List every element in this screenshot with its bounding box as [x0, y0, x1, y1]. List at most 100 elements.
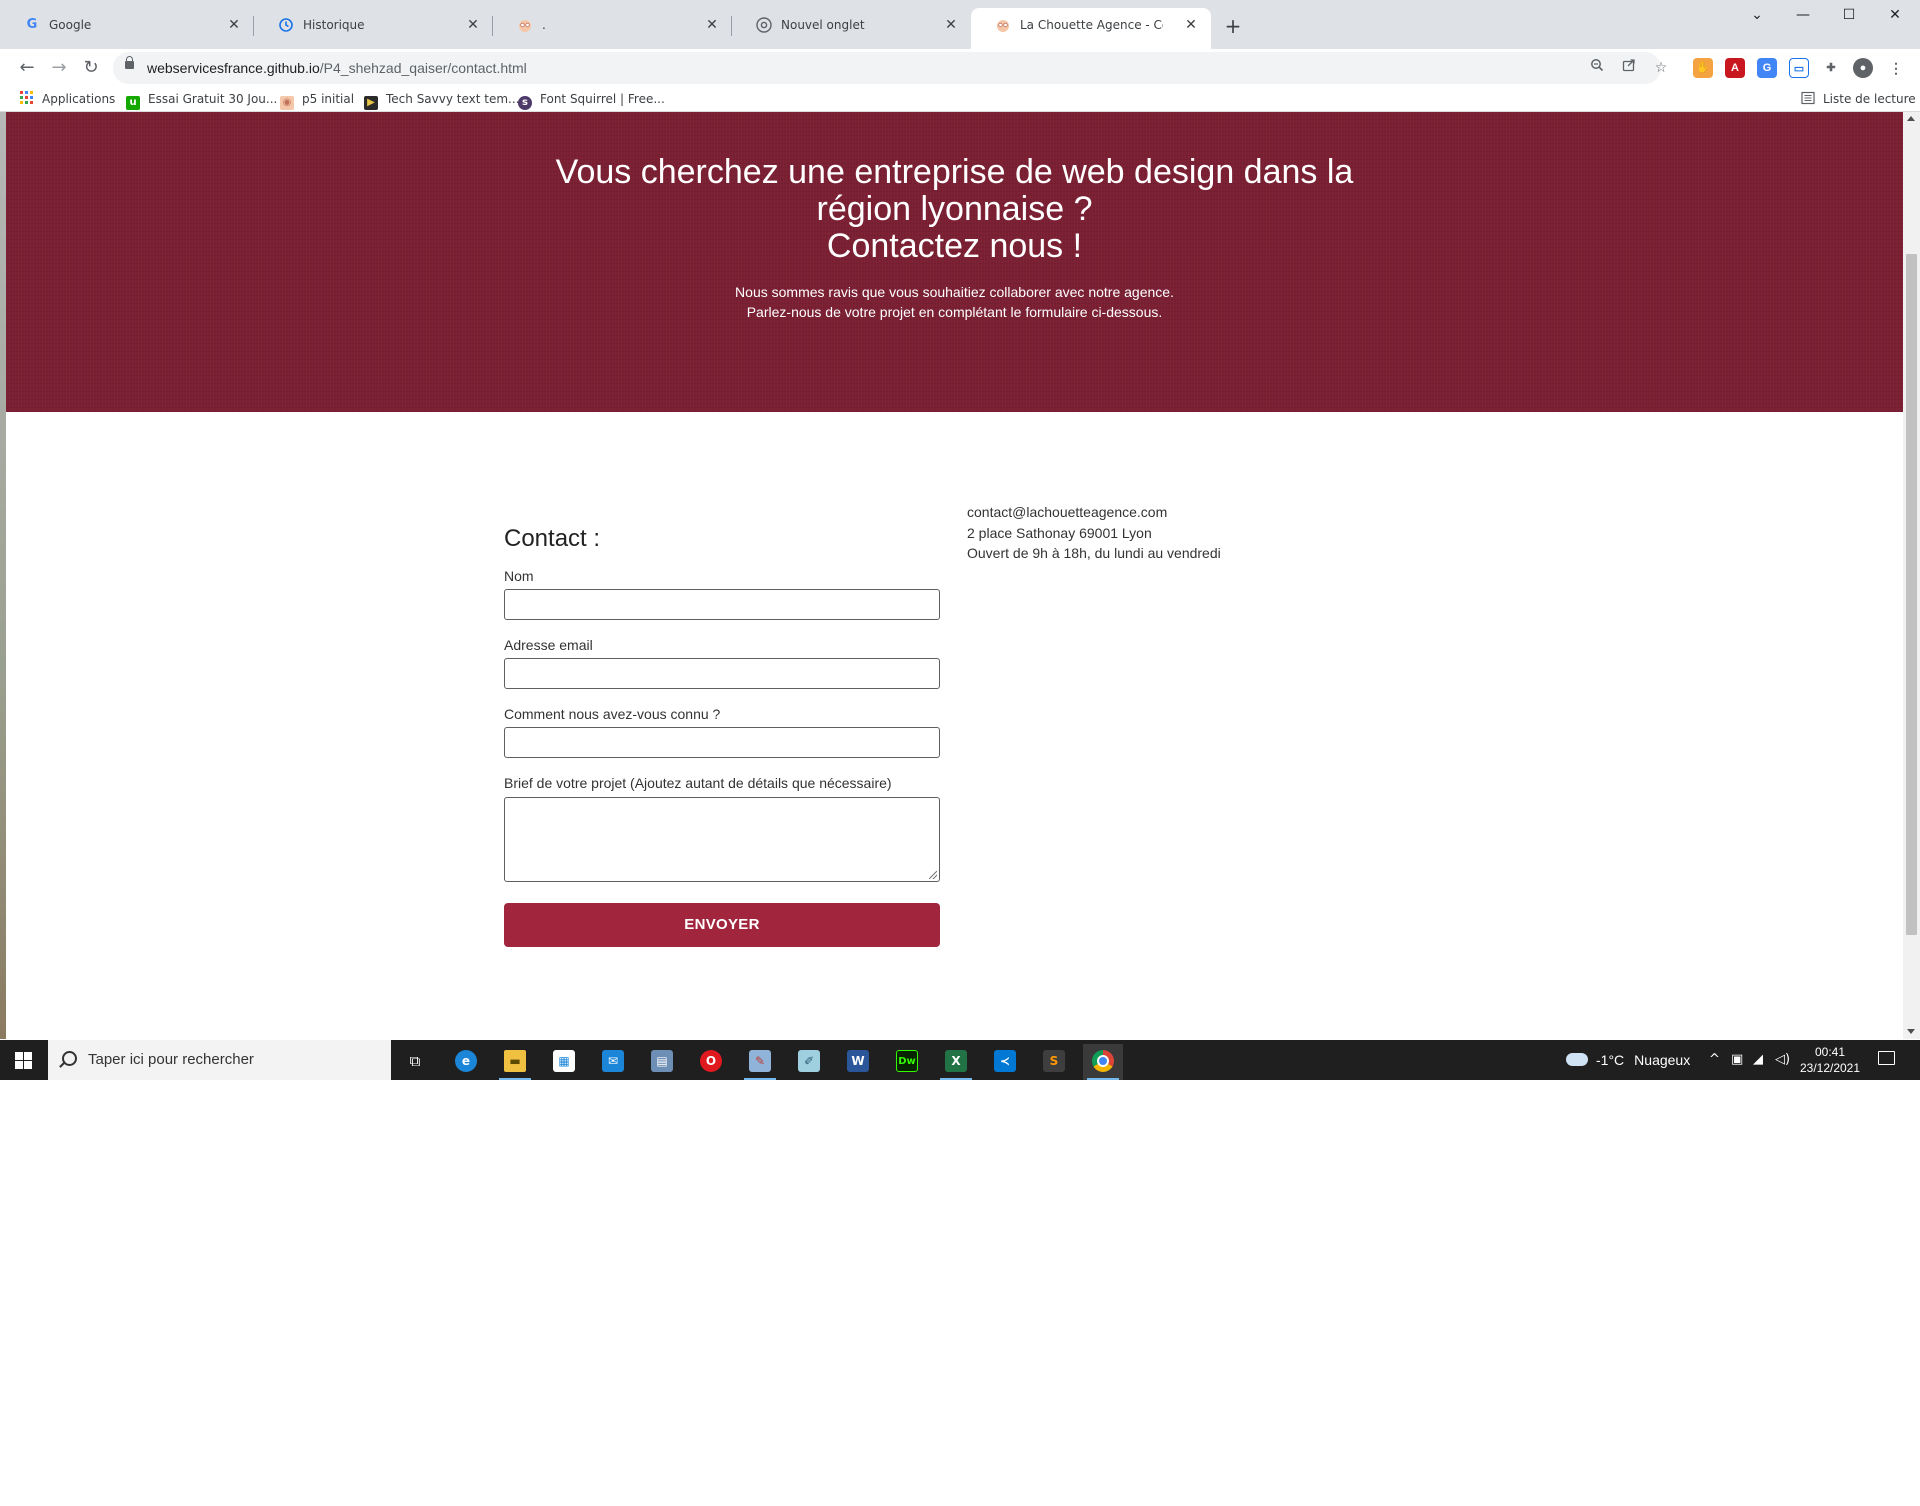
brief-label: Brief de votre projet (Ajoutez autant de… — [504, 775, 892, 791]
bookmark-star-icon[interactable]: ☆ — [1650, 57, 1672, 79]
chrome-icon — [756, 17, 772, 33]
close-tab-icon[interactable]: ✕ — [941, 15, 961, 35]
scroll-down-arrow-icon[interactable] — [1907, 1029, 1915, 1034]
address-bar[interactable]: webservicesfrance.github.io/P4_shehzad_q… — [113, 52, 1667, 84]
reading-list-button[interactable]: Liste de lecture — [1801, 90, 1916, 108]
close-tab-icon[interactable]: ✕ — [463, 15, 483, 35]
vscode-icon[interactable]: ≺ — [985, 1044, 1025, 1080]
bookmarks-bar: Applications u Essai Gratuit 30 Jou... ◉ p… — [0, 87, 1920, 112]
tab-search-chevron-icon[interactable]: ⌄ — [1734, 2, 1780, 28]
close-tab-icon[interactable]: ✕ — [702, 15, 722, 35]
maximize-button[interactable]: ☐ — [1826, 2, 1872, 28]
history-icon — [278, 17, 294, 33]
brief-textarea[interactable] — [504, 797, 940, 882]
calculator-icon[interactable]: ▤ — [642, 1044, 682, 1080]
pdf-extension-icon[interactable]: A — [1725, 58, 1745, 78]
tab-dot[interactable]: . ✕ — [493, 8, 732, 49]
owl-icon — [517, 17, 533, 33]
page-viewport: Vous cherchez une entreprise de web desi… — [6, 112, 1903, 1039]
upwork-icon: u — [126, 96, 140, 110]
weather-desc: Nuageux — [1634, 1052, 1691, 1068]
tab-title: Historique — [303, 18, 365, 32]
share-icon[interactable] — [1618, 57, 1640, 79]
hero-banner: Vous cherchez une entreprise de web desi… — [6, 112, 1903, 412]
profile-avatar-icon[interactable]: ● — [1853, 58, 1873, 78]
source-field[interactable] — [504, 727, 940, 758]
file-explorer-icon[interactable]: ▬ — [495, 1044, 535, 1080]
menu-kebab-icon[interactable]: ⋮ — [1886, 58, 1906, 78]
back-button[interactable]: ← — [13, 54, 41, 82]
page-scrollbar[interactable] — [1903, 112, 1920, 1039]
close-tab-icon[interactable]: ✕ — [1181, 15, 1201, 35]
reading-list-label: Liste de lecture — [1823, 92, 1916, 106]
start-button[interactable] — [0, 1040, 47, 1080]
bookmark-label: Font Squirrel | Free... — [540, 92, 665, 106]
screen: G Google ✕ Historique ✕ . ✕ Nouvel ongle… — [0, 0, 1920, 1080]
hero-title-line-2: région lyonnaise ? — [816, 190, 1093, 228]
tab-strip: G Google ✕ Historique ✕ . ✕ Nouvel ongle… — [0, 0, 1920, 49]
email-field[interactable] — [504, 658, 940, 689]
bookmark-essai-gratuit[interactable]: u Essai Gratuit 30 Jou... — [126, 90, 277, 110]
new-tab-button[interactable]: + — [1221, 14, 1245, 38]
submit-button[interactable]: ENVOYER — [504, 903, 940, 947]
system-clock[interactable]: 00:41 23/12/2021 — [1795, 1044, 1865, 1076]
contact-heading: Contact : — [504, 525, 601, 552]
windows-taskbar: Taper ici pour rechercher ⧉ e ▬ ▦ ✉ ▤ O … — [0, 1040, 1920, 1080]
close-window-button[interactable]: ✕ — [1872, 2, 1918, 28]
reload-button[interactable]: ↻ — [77, 54, 105, 82]
tray-overflow-chevron-icon[interactable]: ^ — [1709, 1040, 1720, 1080]
opera-icon[interactable]: O — [691, 1044, 731, 1080]
taskbar-search-placeholder: Taper ici pour rechercher — [88, 1051, 254, 1068]
url-text[interactable]: webservicesfrance.github.io/P4_shehzad_q… — [147, 59, 527, 77]
notepad-icon[interactable]: ✐ — [789, 1044, 829, 1080]
minimize-button[interactable]: — — [1780, 2, 1826, 28]
bookmark-applications[interactable]: Applications — [20, 90, 115, 108]
edge-icon[interactable]: e — [446, 1044, 486, 1080]
contact-email: contact@lachouetteagence.com — [967, 504, 1168, 520]
store-icon[interactable]: ▦ — [544, 1044, 584, 1080]
scroll-up-arrow-icon[interactable] — [1907, 116, 1915, 121]
paint-icon[interactable]: ✎ — [740, 1044, 780, 1080]
word-icon[interactable]: W — [838, 1044, 878, 1080]
meet-now-icon[interactable]: ▣ — [1731, 1040, 1743, 1080]
task-view-icon[interactable]: ⧉ — [395, 1044, 435, 1080]
extension-hand-icon[interactable]: ✋ — [1693, 58, 1713, 78]
resize-grip-icon[interactable] — [929, 871, 937, 879]
translate-icon[interactable]: G — [1757, 58, 1777, 78]
extensions-puzzle-icon[interactable]: ✚ — [1821, 58, 1841, 78]
bookmark-label: Applications — [42, 92, 116, 106]
bookmark-p5-initial[interactable]: ◉ p5 initial — [280, 90, 355, 110]
clock-time: 00:41 — [1814, 1045, 1846, 1059]
weather-widget[interactable]: -1°C Nuageux — [1566, 1040, 1690, 1080]
tab-nouvel-onglet[interactable]: Nouvel onglet ✕ — [732, 8, 971, 49]
tab-title: Google — [49, 18, 92, 32]
sublime-icon[interactable]: S — [1034, 1044, 1074, 1080]
bookmark-label: p5 initial — [302, 92, 355, 106]
email-label: Adresse email — [504, 637, 593, 653]
tab-historique[interactable]: Historique ✕ — [254, 8, 493, 49]
volume-icon[interactable]: ◁) — [1775, 1040, 1790, 1080]
dreamweaver-icon[interactable]: Dw — [887, 1044, 927, 1080]
zoom-icon[interactable] — [1586, 57, 1608, 79]
tab-title: . — [542, 18, 546, 32]
forward-button[interactable]: → — [45, 54, 73, 82]
taskbar-search-box[interactable]: Taper ici pour rechercher — [48, 1040, 391, 1080]
cast-icon[interactable]: ▭ — [1789, 58, 1809, 78]
tab-contact-active[interactable]: La Chouette Agence - Contact ✕ — [971, 8, 1211, 49]
bookmark-label: Tech Savvy text tem... — [386, 92, 520, 106]
name-field[interactable] — [504, 589, 940, 620]
tab-title: Nouvel onglet — [781, 18, 865, 32]
close-tab-icon[interactable]: ✕ — [224, 15, 244, 35]
cloud-icon — [1566, 1053, 1588, 1066]
bookmark-tech-savvy[interactable]: ▶ Tech Savvy text tem... — [364, 90, 520, 110]
bookmark-font-squirrel[interactable]: s Font Squirrel | Free... — [518, 90, 665, 110]
notification-center-icon[interactable] — [1878, 1051, 1895, 1065]
scrollbar-thumb[interactable] — [1906, 254, 1917, 935]
hero-subtitle-line-2: Parlez-nous de votre projet en complétan… — [746, 304, 1163, 320]
tab-google[interactable]: G Google ✕ — [0, 8, 254, 49]
opening-hours: Ouvert de 9h à 18h, du lundi au vendredi — [967, 545, 1221, 561]
excel-icon[interactable]: X — [936, 1044, 976, 1080]
network-icon[interactable]: ◢ — [1753, 1040, 1763, 1080]
mail-icon[interactable]: ✉ — [593, 1044, 633, 1080]
chrome-taskbar-icon[interactable] — [1083, 1044, 1123, 1080]
